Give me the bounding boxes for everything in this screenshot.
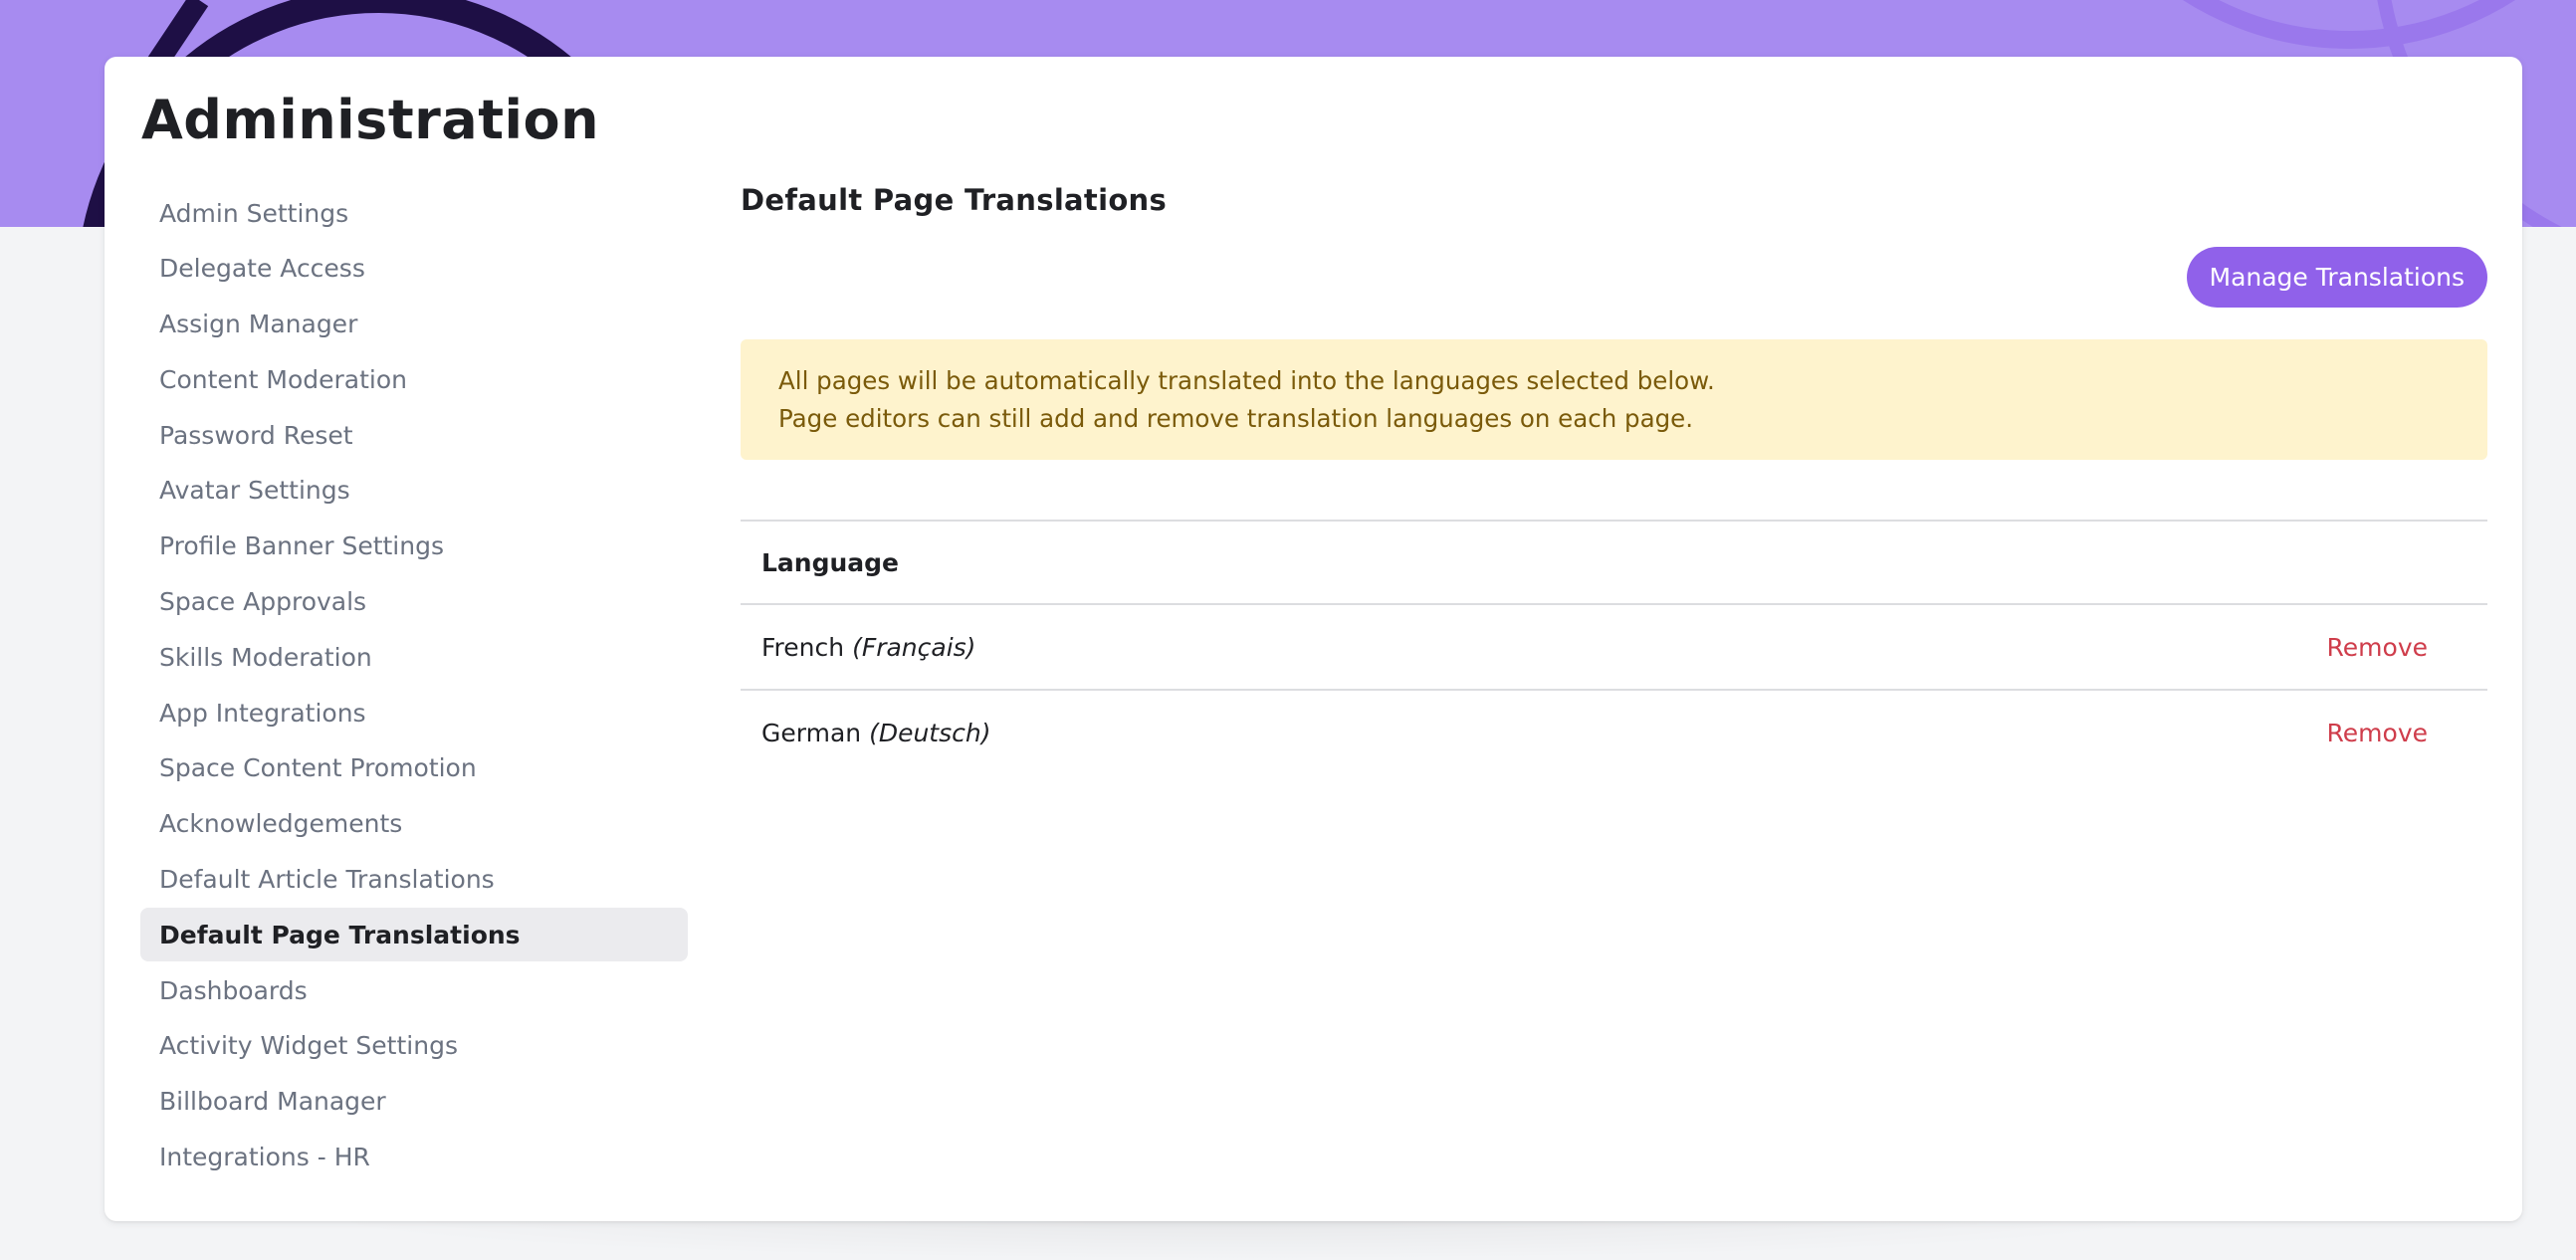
action-cell: Remove (1787, 689, 2487, 774)
language-cell: French (Français) (741, 603, 1788, 690)
table-row: German (Deutsch) Remove (741, 689, 2487, 774)
language-cell: German (Deutsch) (741, 689, 1788, 774)
remove-german-link[interactable]: Remove (2327, 719, 2428, 747)
sidebar-item-profile-banner-settings[interactable]: Profile Banner Settings (140, 520, 688, 573)
sidebar-item-admin-settings[interactable]: Admin Settings (140, 186, 688, 240)
language-name: French (761, 632, 845, 662)
sidebar-item-delegate-access[interactable]: Delegate Access (140, 242, 688, 296)
sidebar-item-content-moderation[interactable]: Content Moderation (140, 352, 688, 406)
remove-french-link[interactable]: Remove (2327, 633, 2428, 662)
sidebar-item-default-page-translations[interactable]: Default Page Translations (140, 908, 688, 962)
sidebar-item-activity-widget-settings[interactable]: Activity Widget Settings (140, 1019, 688, 1073)
table-row: French (Français) Remove (741, 603, 2487, 690)
admin-sidebar: Admin Settings Delegate Access Assign Ma… (140, 186, 688, 1185)
info-notice: All pages will be automatically translat… (741, 339, 2487, 460)
admin-card: Administration Admin Settings Delegate A… (105, 57, 2522, 1221)
table-header-row: Language (741, 520, 2487, 604)
sidebar-item-space-content-promotion[interactable]: Space Content Promotion (140, 741, 688, 795)
sidebar-item-dashboards[interactable]: Dashboards (140, 963, 688, 1017)
language-name: German (761, 718, 862, 747)
sidebar-item-default-article-translations[interactable]: Default Article Translations (140, 853, 688, 907)
manage-translations-button[interactable]: Manage Translations (2186, 247, 2487, 308)
action-cell: Remove (1787, 603, 2487, 690)
sidebar-item-app-integrations[interactable]: App Integrations (140, 686, 688, 739)
sidebar-item-password-reset[interactable]: Password Reset (140, 408, 688, 462)
main-content: Default Page Translations Manage Transla… (741, 182, 2487, 774)
page-title: Administration (141, 89, 600, 151)
sidebar-item-space-approvals[interactable]: Space Approvals (140, 575, 688, 629)
sidebar-item-avatar-settings[interactable]: Avatar Settings (140, 464, 688, 518)
language-column-header: Language (741, 520, 1788, 604)
sidebar-item-integrations-hr[interactable]: Integrations - HR (140, 1131, 688, 1184)
section-title: Default Page Translations (741, 183, 1168, 217)
action-column-header (1787, 520, 2487, 604)
language-native-name: (Français) (852, 632, 976, 662)
notice-line-1: All pages will be automatically translat… (778, 366, 1715, 395)
sidebar-item-acknowledgements[interactable]: Acknowledgements (140, 797, 688, 851)
language-native-name: (Deutsch) (869, 718, 991, 747)
sidebar-item-skills-moderation[interactable]: Skills Moderation (140, 630, 688, 684)
sidebar-item-billboard-manager[interactable]: Billboard Manager (140, 1075, 688, 1129)
sidebar-item-assign-manager[interactable]: Assign Manager (140, 298, 688, 351)
languages-table: Language French (Français) Remove German… (741, 520, 2487, 774)
notice-line-2: Page editors can still add and remove tr… (778, 404, 1694, 433)
